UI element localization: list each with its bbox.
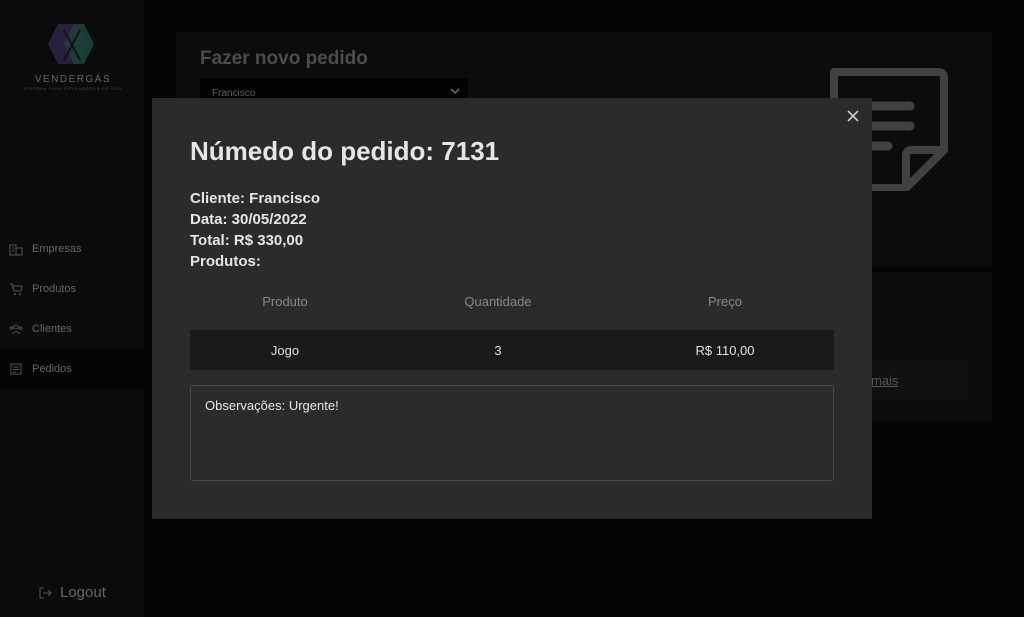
products-table-header: Produto Quantidade Preço: [190, 288, 834, 314]
cell-quantidade: 3: [494, 342, 502, 358]
column-header-preco: Preço: [708, 293, 742, 309]
order-date: Data: 30/05/2022: [190, 211, 307, 228]
cell-produto: Jogo: [270, 342, 300, 358]
table-row: Jogo 3 R$ 110,00: [190, 330, 834, 370]
column-header-produto: Produto: [262, 293, 308, 309]
order-info: Cliente: Francisco Data: 30/05/2022 Tota…: [190, 188, 320, 272]
order-detail-modal: Númedo do pedido: 7131 Cliente: Francisc…: [152, 98, 872, 519]
order-number-title: Númedo do pedido: 7131: [190, 136, 500, 166]
cell-preco: R$ 110,00: [695, 342, 755, 358]
observations-box: Observações: Urgente!: [190, 385, 834, 481]
column-header-quantidade: Quantidade: [464, 293, 532, 309]
order-products-label: Produtos:: [190, 253, 261, 270]
order-client: Cliente: Francisco: [190, 190, 321, 207]
close-icon[interactable]: [846, 109, 860, 123]
order-total: Total: R$ 330,00: [190, 232, 304, 249]
